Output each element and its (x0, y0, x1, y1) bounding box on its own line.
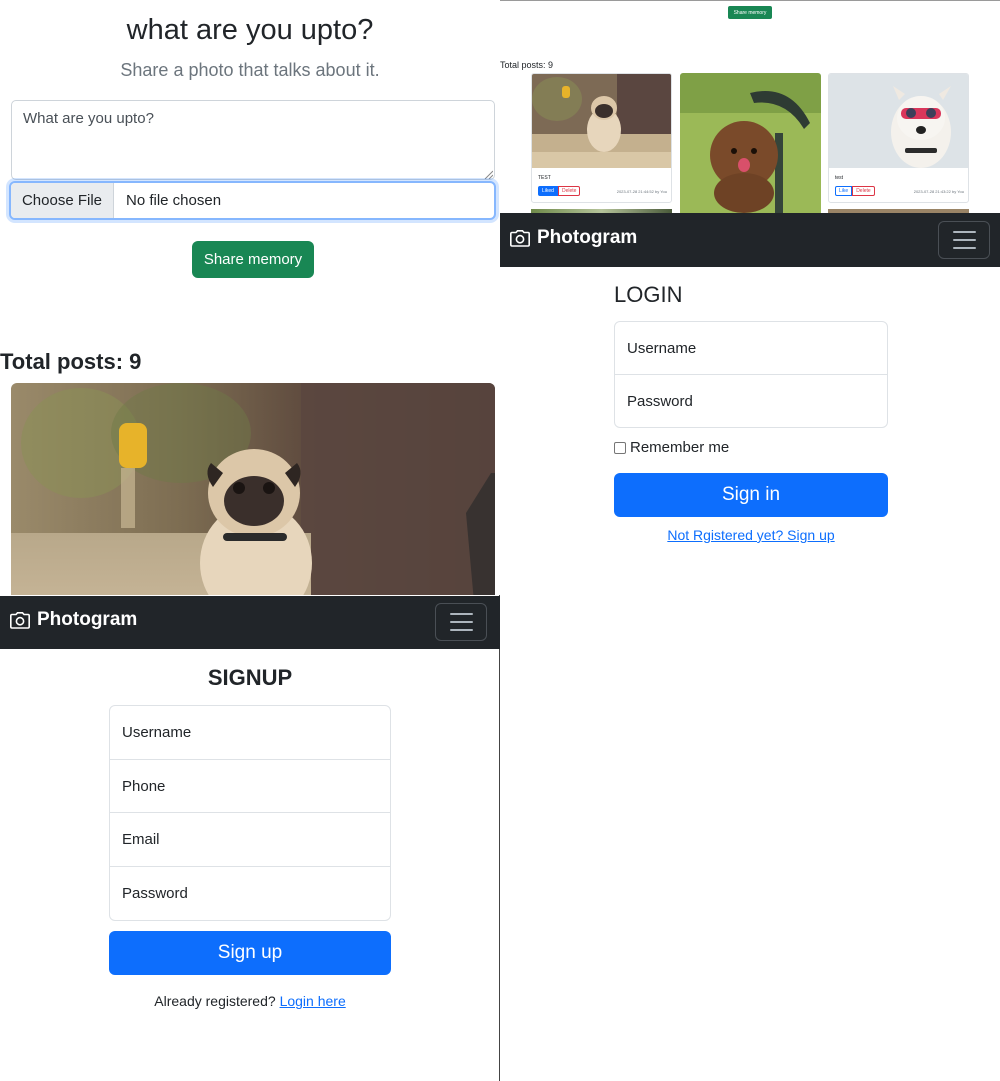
navbar-brand[interactable]: Photogram (510, 227, 637, 249)
phone-field[interactable]: Phone (109, 759, 391, 813)
like-button[interactable]: Liked (538, 186, 558, 196)
login-link[interactable]: Login here (280, 993, 346, 1009)
username-field[interactable]: Username (109, 705, 391, 760)
dog-goggles-photo (829, 74, 968, 168)
navbar: Photogram (0, 596, 500, 649)
share-panel: what are you upto? Share a photo that ta… (0, 0, 500, 595)
sign-in-button[interactable]: Sign in (614, 473, 888, 517)
post-card (680, 73, 821, 213)
post-card: test Like Delete 2023-07-28 21:43:22 by … (828, 73, 969, 203)
file-input[interactable]: Choose File No file chosen (9, 181, 496, 220)
sign-up-button[interactable]: Sign up (109, 931, 391, 975)
post-meta: 2023-07-28 21:43:22 by You (913, 189, 964, 194)
total-posts: Total posts: 9 (0, 349, 142, 374)
file-status: No file chosen (126, 192, 222, 209)
already-registered: Already registered? Login here (0, 993, 500, 1009)
password-field[interactable]: Password (109, 866, 391, 921)
camera-icon (510, 229, 530, 247)
password-field[interactable]: Password (614, 374, 888, 428)
remember-label: Remember me (630, 439, 730, 456)
email-field[interactable]: Email (109, 812, 391, 867)
delete-button[interactable]: Delete (557, 186, 581, 196)
like-button[interactable]: Like (835, 186, 853, 196)
post-card: TEST Liked Delete 2023-07-28 21:44:52 by… (531, 73, 672, 203)
hamburger-icon (449, 613, 473, 615)
navbar: Photogram (500, 213, 1000, 267)
signup-title: SIGNUP (207, 665, 293, 690)
pug-photo (532, 74, 671, 168)
pug-photo (11, 383, 495, 595)
post-caption: test (835, 175, 844, 181)
total-posts: Total posts: 9 (500, 60, 554, 70)
delete-button[interactable]: Delete (852, 186, 875, 196)
sign-up-link[interactable]: Not Rgistered yet? Sign up (614, 527, 888, 543)
hamburger-icon (952, 231, 976, 233)
poodle-photo (680, 73, 821, 213)
camera-icon (10, 611, 30, 629)
post-meta: 2023-07-28 21:44:52 by You (616, 189, 667, 194)
navbar-toggler[interactable] (435, 603, 487, 641)
status-textarea[interactable] (11, 100, 495, 180)
navbar-brand[interactable]: Photogram (10, 609, 137, 631)
share-heading: what are you upto? (126, 14, 374, 46)
remember-me[interactable]: Remember me (614, 439, 729, 456)
username-field[interactable]: Username (614, 321, 888, 375)
share-memory-button[interactable]: Share memory (192, 241, 314, 278)
navbar-toggler[interactable] (938, 221, 990, 259)
choose-file-button[interactable]: Choose File (11, 183, 114, 218)
share-subheading: Share a photo that talks about it. (120, 60, 380, 80)
login-title: LOGIN (614, 282, 683, 307)
gallery-panel: Share memory Total posts: 9 TEST Liked D… (500, 0, 1000, 213)
brand-name: Photogram (537, 227, 638, 248)
brand-name: Photogram (37, 609, 138, 630)
post-caption: TEST (538, 175, 551, 181)
share-memory-button[interactable]: Share memory (728, 6, 772, 19)
resize-grip-icon[interactable] (484, 170, 493, 179)
already-text: Already registered? (154, 993, 276, 1009)
remember-checkbox[interactable] (614, 441, 626, 454)
